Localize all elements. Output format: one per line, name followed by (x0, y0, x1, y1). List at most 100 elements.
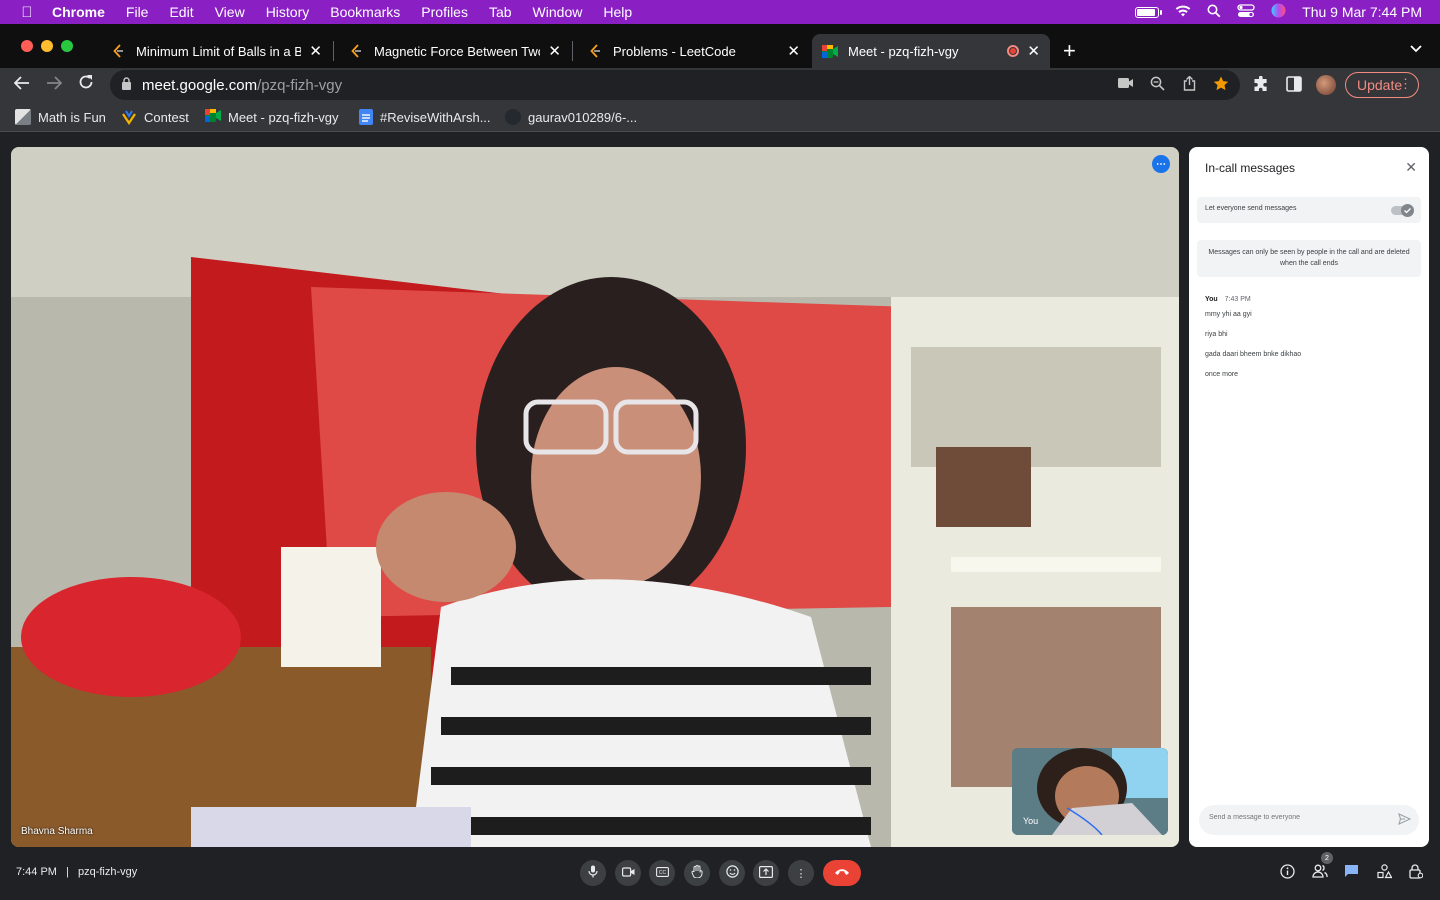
present-screen-button[interactable] (753, 860, 779, 886)
extensions-puzzle-icon[interactable] (1253, 75, 1270, 97)
leetcode-icon (110, 43, 126, 59)
tab-close-icon[interactable]: ✕ (309, 42, 322, 60)
lock-icon[interactable] (122, 77, 131, 90)
window-zoom-button[interactable] (61, 40, 73, 52)
reactions-button[interactable] (719, 860, 745, 886)
bookmark-contest[interactable]: Contest (121, 109, 189, 125)
tab-meet[interactable]: Meet - pzq-fizh-vgy ✕ (812, 34, 1050, 68)
hand-icon (691, 865, 703, 881)
bookmark-github-repo[interactable]: gaurav010289/6-... (505, 109, 637, 125)
menu-bookmarks[interactable]: Bookmarks (330, 4, 400, 20)
bookmark-label: Math is Fun (38, 109, 106, 125)
leetcode-icon (587, 43, 603, 59)
meeting-code: pzq-fizh-vgy (77, 866, 138, 878)
control-center-icon[interactable] (1237, 3, 1255, 21)
message-composer (1199, 805, 1419, 835)
host-controls-lock-icon[interactable] (1409, 864, 1424, 882)
spotlight-search-icon[interactable] (1207, 4, 1221, 21)
meeting-details-info-icon[interactable] (1280, 864, 1295, 882)
menubar-clock[interactable]: Thu 9 Mar 7:44 PM (1302, 4, 1422, 20)
share-icon[interactable] (1183, 75, 1196, 94)
raise-hand-button[interactable] (684, 860, 710, 886)
tab-search-chevron-icon[interactable] (1410, 40, 1422, 56)
end-call-icon (834, 867, 850, 879)
people-count-badge: 2 (1321, 852, 1333, 864)
panel-title: In-call messages (1205, 161, 1296, 175)
meet-stage: Bhavna Sharma ⋯ You In-call messages ✕ L… (0, 133, 1440, 900)
bookmark-meet[interactable]: Meet - pzq-fizh-vgy (205, 109, 339, 125)
chat-message: gada daari bheem bnke dikhao (1205, 351, 1302, 358)
menu-tab[interactable]: Tab (489, 4, 512, 20)
message-input[interactable] (1209, 814, 1389, 821)
menu-file[interactable]: File (126, 4, 149, 20)
bookmark-label: Meet - pzq-fizh-vgy (228, 109, 339, 125)
leave-call-button[interactable] (823, 860, 861, 886)
kebab-menu-icon: ⋮ (1399, 76, 1412, 91)
chat-message: mmy yhi aa gyi (1205, 311, 1252, 318)
google-docs-icon (359, 109, 373, 125)
camera-button[interactable] (615, 860, 641, 886)
tab-close-icon[interactable]: ✕ (787, 42, 800, 60)
menu-history[interactable]: History (266, 4, 310, 20)
chat-icon[interactable] (1344, 864, 1359, 881)
self-view-label: You (1023, 816, 1039, 826)
siri-icon[interactable] (1271, 3, 1286, 21)
reload-icon[interactable] (75, 74, 97, 95)
tab-strip: Minimum Limit of Balls in a Bag ✕ Magnet… (0, 24, 1440, 68)
menu-edit[interactable]: Edit (169, 4, 193, 20)
bookmark-math-is-fun[interactable]: Math is Fun (15, 109, 106, 125)
menu-help[interactable]: Help (603, 4, 632, 20)
tab-balls-in-bag[interactable]: Minimum Limit of Balls in a Bag ✕ (100, 34, 332, 68)
close-icon[interactable]: ✕ (1405, 159, 1417, 176)
bookmark-star-icon[interactable] (1213, 76, 1229, 94)
zoom-icon[interactable] (1150, 76, 1165, 94)
tab-title: Minimum Limit of Balls in a Bag (136, 43, 302, 59)
window-minimize-button[interactable] (41, 40, 53, 52)
microphone-button[interactable] (580, 860, 606, 886)
side-panel-icon[interactable] (1286, 76, 1302, 96)
closed-captions-icon: CC (655, 866, 669, 880)
tab-close-icon[interactable]: ✕ (548, 42, 561, 60)
menu-view[interactable]: View (215, 4, 245, 20)
update-label: Update (1357, 77, 1403, 93)
camera-permission-icon[interactable] (1118, 76, 1134, 92)
bookmark-revise-with-arsh[interactable]: #ReviseWithArsh... (359, 109, 491, 125)
battery-icon[interactable] (1135, 6, 1163, 18)
svg-text:CC: CC (658, 870, 666, 876)
participant-more-options-icon[interactable]: ⋯ (1152, 155, 1170, 173)
present-screen-icon (759, 865, 774, 881)
chat-message: riya bhi (1205, 331, 1228, 338)
main-participant-video[interactable] (11, 147, 1179, 847)
wifi-icon[interactable] (1175, 4, 1191, 20)
send-icon[interactable] (1398, 812, 1412, 828)
bookmark-label: #ReviseWithArsh... (380, 109, 491, 125)
url-text[interactable]: meet.google.com/pzq-fizh-vgy (142, 77, 342, 94)
main-participant-name: Bhavna Sharma (21, 826, 93, 837)
more-options-button[interactable]: ⋮ (788, 860, 814, 886)
address-bar[interactable]: meet.google.com/pzq-fizh-vgy (110, 70, 1240, 100)
message-time: 7:43 PM (1224, 296, 1251, 303)
back-arrow-icon[interactable] (11, 74, 33, 95)
chat-message: once more (1205, 371, 1239, 378)
profile-avatar[interactable] (1316, 75, 1336, 95)
message-header: You 7:43 PM (1205, 296, 1251, 303)
message-sender: You (1205, 296, 1218, 303)
tab-magnetic-force[interactable]: Magnetic Force Between Two Balls ✕ (338, 34, 571, 68)
github-icon (505, 109, 521, 125)
window-close-button[interactable] (21, 40, 33, 52)
bookmark-label: Contest (144, 109, 189, 125)
captions-button[interactable]: CC (649, 860, 675, 886)
people-icon[interactable] (1312, 864, 1328, 881)
menu-app-name[interactable]: Chrome (52, 4, 105, 20)
forward-arrow-icon[interactable] (43, 74, 65, 95)
activities-icon[interactable] (1377, 864, 1393, 882)
apple-icon[interactable]:  (18, 4, 36, 21)
let-everyone-send-toggle[interactable] (1391, 204, 1414, 217)
vertical-dots-icon: ⋮ (795, 867, 807, 880)
tab-leetcode-problems[interactable]: Problems - LeetCode ✕ (577, 34, 810, 68)
menu-window[interactable]: Window (533, 4, 583, 20)
new-tab-icon[interactable]: + (1063, 38, 1076, 64)
menu-profiles[interactable]: Profiles (421, 4, 468, 20)
tab-close-icon[interactable]: ✕ (1027, 42, 1040, 60)
update-button[interactable]: Update ⋮ (1345, 72, 1419, 98)
